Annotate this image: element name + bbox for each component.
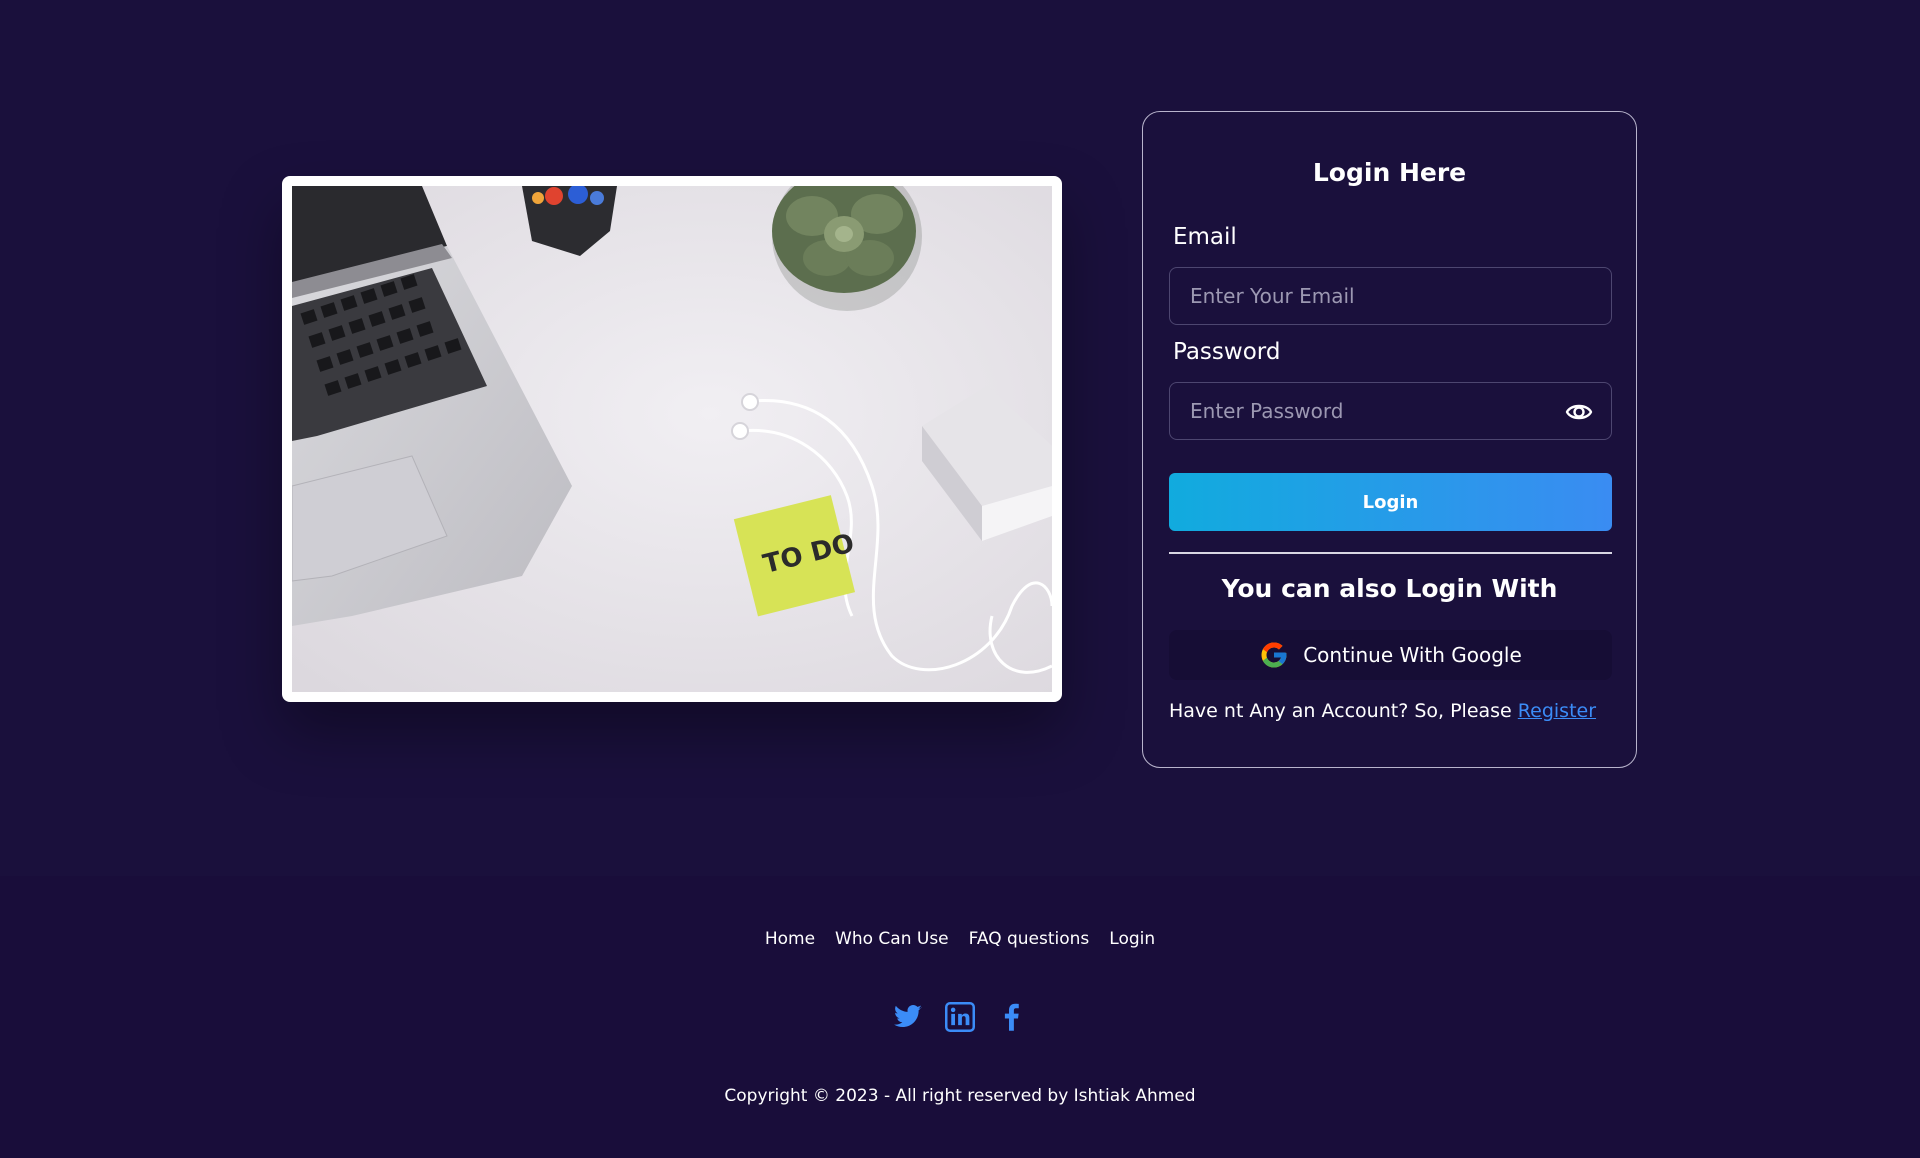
register-link[interactable]: Register bbox=[1518, 700, 1596, 722]
footer-link-login[interactable]: Login bbox=[1109, 929, 1155, 949]
footer-nav: Home Who Can Use FAQ questions Login bbox=[0, 929, 1920, 949]
linkedin-icon[interactable] bbox=[945, 1002, 975, 1032]
twitter-icon[interactable] bbox=[893, 1002, 923, 1032]
email-field-wrapper bbox=[1169, 267, 1612, 325]
google-icon bbox=[1261, 642, 1287, 668]
alt-login-title: You can also Login With bbox=[1221, 574, 1558, 603]
google-login-button[interactable]: Continue With Google bbox=[1169, 630, 1612, 680]
footer-link-faq[interactable]: FAQ questions bbox=[969, 929, 1090, 949]
copyright-text: Copyright © 2023 - All right reserved by… bbox=[724, 1086, 1196, 1106]
login-button[interactable]: Login bbox=[1169, 473, 1612, 531]
google-button-label: Continue With Google bbox=[1303, 643, 1522, 667]
footer: Home Who Can Use FAQ questions Login Cop… bbox=[0, 876, 1920, 1158]
divider bbox=[1169, 552, 1612, 554]
email-input[interactable] bbox=[1170, 268, 1611, 324]
password-input[interactable] bbox=[1170, 383, 1611, 439]
login-title: Login Here bbox=[1312, 158, 1467, 187]
password-label: Password bbox=[1173, 339, 1281, 365]
register-prompt: Have nt Any an Account? So, Please Regis… bbox=[1169, 700, 1612, 722]
login-card: Login Here Email Password Login You can … bbox=[1142, 111, 1637, 768]
email-label: Email bbox=[1173, 224, 1237, 250]
desk-workspace-image: TO DO bbox=[292, 186, 1052, 692]
eye-icon[interactable] bbox=[1565, 399, 1593, 425]
footer-link-home[interactable]: Home bbox=[765, 929, 815, 949]
hero-image-card: TO DO bbox=[282, 176, 1062, 702]
facebook-icon[interactable] bbox=[997, 1002, 1027, 1032]
password-field-wrapper bbox=[1169, 382, 1612, 440]
footer-link-who-can-use[interactable]: Who Can Use bbox=[835, 929, 949, 949]
social-links bbox=[0, 1002, 1920, 1032]
register-prompt-text: Have nt Any an Account? So, Please bbox=[1169, 700, 1518, 722]
